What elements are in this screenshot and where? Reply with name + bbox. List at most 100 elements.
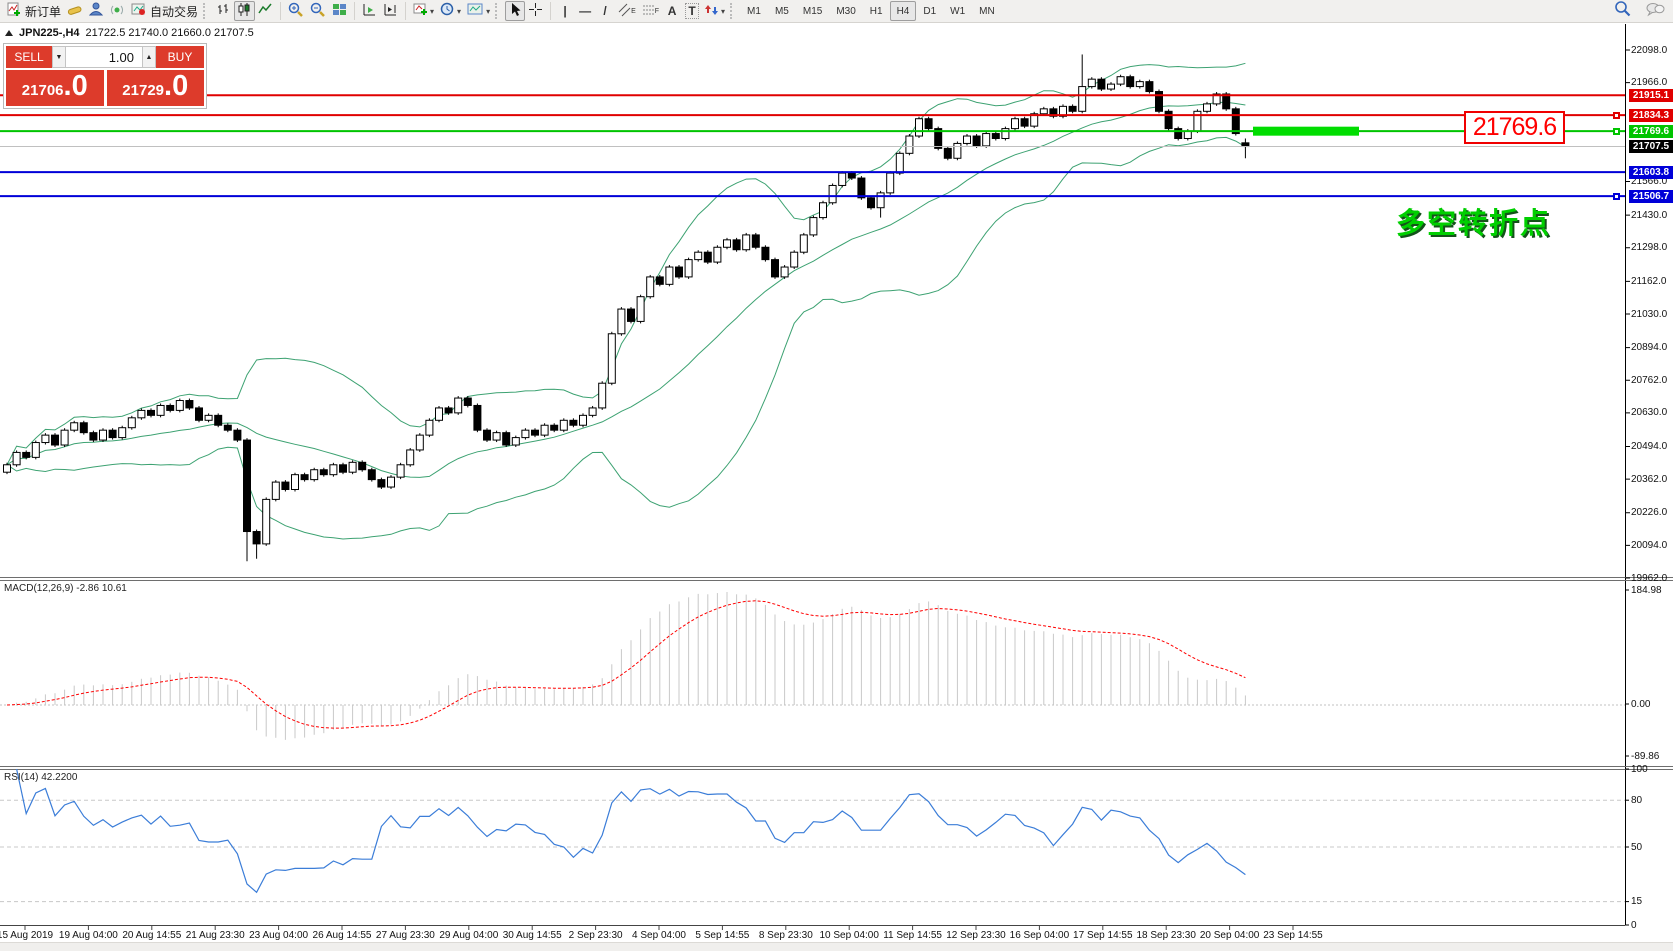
- crosshair-icon: [528, 2, 543, 20]
- price-tick-label: 20630.0: [1631, 407, 1667, 418]
- toolbar-separator: [280, 2, 281, 20]
- macd-signal-line: [7, 601, 1245, 728]
- new-chart-button[interactable]: ▾: [410, 1, 437, 21]
- candle: [253, 532, 260, 544]
- line-handle[interactable]: [1613, 128, 1620, 135]
- candle: [1088, 79, 1095, 86]
- volume-up-button[interactable]: ▲: [142, 46, 156, 68]
- candle: [148, 410, 155, 415]
- time-axis-label: 11 Sep 14:55: [883, 930, 942, 941]
- candle: [128, 418, 135, 428]
- candle: [973, 136, 980, 146]
- zoom-out-button[interactable]: [307, 1, 329, 21]
- timeframe-button-MN[interactable]: MN: [972, 1, 1002, 21]
- line-handle[interactable]: [1613, 112, 1620, 119]
- new-order-button[interactable]: 新订单: [3, 1, 64, 21]
- volume-input[interactable]: 1.00: [66, 46, 142, 68]
- buy-button[interactable]: BUY: [156, 46, 204, 68]
- ohlc-values: 21722.5 21740.0 21660.0 21707.5: [86, 27, 254, 39]
- candle: [589, 408, 596, 415]
- toolbar-drag-handle[interactable]: [730, 3, 736, 19]
- chinese-annotation[interactable]: 多空转折点: [1396, 200, 1551, 242]
- auto-trading-icon: [131, 2, 146, 20]
- timeframe-button-M30[interactable]: M30: [829, 1, 862, 21]
- candle: [445, 408, 452, 413]
- candle: [455, 398, 462, 413]
- candle: [301, 475, 308, 480]
- crayon-icon: [67, 2, 83, 20]
- candle: [503, 433, 510, 445]
- chart-shift-button[interactable]: [359, 1, 380, 21]
- sell-price-box[interactable]: 21706 .0: [6, 70, 104, 106]
- fibonacci-tool-button[interactable]: F: [639, 1, 662, 21]
- auto-trading-button[interactable]: 自动交易: [128, 1, 201, 21]
- timeframe-button-H1[interactable]: H1: [863, 1, 890, 21]
- thick-green-segment[interactable]: [1253, 127, 1359, 136]
- cursor-tool-button[interactable]: [505, 1, 525, 21]
- candle: [541, 425, 548, 435]
- buy-price-box[interactable]: 21729 .0: [107, 70, 205, 106]
- community-button[interactable]: [86, 1, 107, 21]
- candle: [791, 252, 798, 267]
- rsi-axis-label: 0: [1631, 920, 1637, 931]
- dropdown-caret: ▾: [457, 7, 461, 16]
- chat-icon[interactable]: [1645, 1, 1665, 22]
- price-callout[interactable]: 21769.6: [1464, 111, 1565, 144]
- hline-icon: —: [579, 4, 591, 18]
- auto-scroll-icon: [383, 2, 398, 20]
- candle: [1184, 131, 1191, 138]
- zoom-in-icon: [288, 2, 304, 20]
- sell-button[interactable]: SELL: [6, 46, 52, 68]
- time-axis-label: 15 Aug 2019: [0, 930, 53, 941]
- dropdown-caret: ▾: [721, 7, 725, 16]
- trendline-tool-button[interactable]: /: [595, 1, 615, 21]
- macd-axis-label: 184.98: [1631, 585, 1662, 596]
- horizontal-line-tool-button[interactable]: —: [575, 1, 595, 21]
- candle: [1146, 82, 1153, 92]
- line-handle[interactable]: [1613, 193, 1620, 200]
- text-tool-button[interactable]: A: [662, 1, 682, 21]
- text-label-tool-button[interactable]: T: [682, 1, 702, 21]
- time-axis-label: 29 Aug 04:00: [439, 930, 498, 941]
- candle: [1175, 129, 1182, 139]
- line-chart-mode-button[interactable]: [255, 1, 276, 21]
- candle: [426, 420, 433, 435]
- time-axis-label: 19 Aug 04:00: [59, 930, 118, 941]
- candle: [637, 297, 644, 322]
- vertical-line-tool-button[interactable]: |: [555, 1, 575, 21]
- auto-scroll-button[interactable]: [380, 1, 401, 21]
- template-button[interactable]: ▾: [464, 1, 493, 21]
- candle: [119, 428, 126, 438]
- one-click-trading-panel: SELL ▼ 1.00 ▲ BUY 21706 .0 21729 .0: [3, 43, 207, 109]
- candle: [570, 420, 577, 425]
- zoom-in-button[interactable]: [285, 1, 307, 21]
- timeframe-button-H4[interactable]: H4: [890, 1, 917, 21]
- crosshair-tool-button[interactable]: [525, 1, 546, 21]
- candle: [1040, 109, 1047, 114]
- styler-button[interactable]: [64, 1, 86, 21]
- timeframe-button-W1[interactable]: W1: [943, 1, 972, 21]
- candlestick-mode-button[interactable]: [234, 1, 255, 21]
- toolbar-drag-handle[interactable]: [203, 3, 209, 19]
- template-icon: [467, 2, 484, 20]
- collapse-triangle-icon[interactable]: [5, 30, 13, 36]
- candle: [1021, 119, 1028, 126]
- tile-windows-button[interactable]: [329, 1, 350, 21]
- timeframe-button-M5[interactable]: M5: [768, 1, 796, 21]
- candle: [848, 173, 855, 178]
- toolbar-drag-handle[interactable]: [495, 3, 501, 19]
- candle: [868, 198, 875, 208]
- candle: [599, 383, 606, 408]
- timeframe-button-D1[interactable]: D1: [916, 1, 943, 21]
- candle: [282, 482, 289, 489]
- periods-button[interactable]: ▾: [437, 1, 464, 21]
- channel-tool-button[interactable]: E: [615, 1, 639, 21]
- time-axis-label: 2 Sep 23:30: [569, 930, 623, 941]
- broadcast-button[interactable]: [107, 1, 128, 21]
- bar-chart-mode-button[interactable]: [213, 1, 234, 21]
- timeframe-button-M15[interactable]: M15: [796, 1, 829, 21]
- search-icon[interactable]: [1614, 0, 1631, 22]
- timeframe-button-M1[interactable]: M1: [740, 1, 768, 21]
- volume-down-button[interactable]: ▼: [52, 46, 66, 68]
- arrows-tool-button[interactable]: ▾: [702, 1, 728, 21]
